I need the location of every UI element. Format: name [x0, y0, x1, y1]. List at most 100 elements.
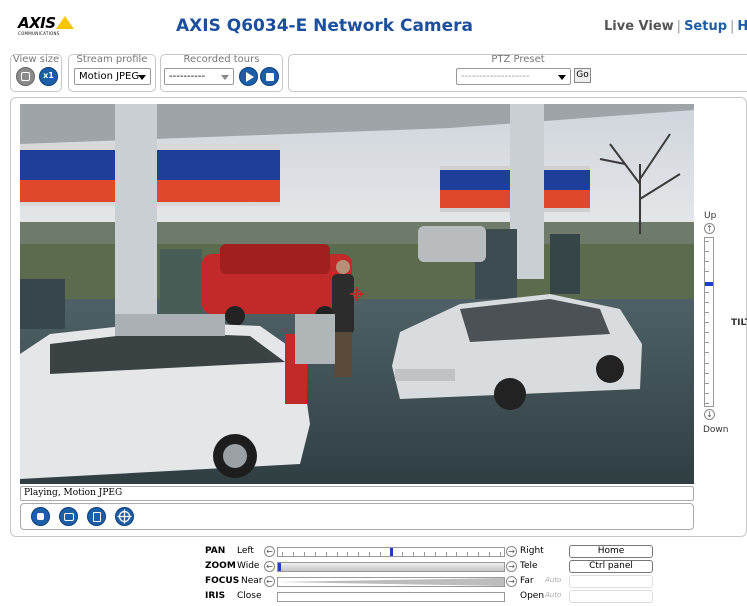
- zoom-tele-button[interactable]: →: [506, 561, 517, 572]
- tilt-tick: [705, 261, 709, 262]
- pan-row: PAN Left ← → Right Home: [205, 545, 675, 558]
- nav-setup[interactable]: Setup: [684, 19, 727, 34]
- pan-tick: [282, 552, 283, 556]
- tilt-tick: [705, 393, 709, 394]
- tilt-down-button[interactable]: ↓: [704, 409, 715, 420]
- zoom-wide-button[interactable]: ←: [264, 561, 275, 572]
- focus-slider[interactable]: [277, 577, 505, 587]
- play-icon: [246, 72, 254, 82]
- top-nav: Live View|Setup|Help: [604, 19, 747, 34]
- zoom-tele-label: Tele: [520, 561, 538, 571]
- focus-far-label: Far: [520, 576, 534, 586]
- pan-slider[interactable]: [277, 547, 505, 557]
- axis-logo[interactable]: AXIS COMMUNICATIONS: [18, 14, 74, 36]
- tilt-tick: [705, 322, 709, 323]
- zoom-label: ZOOM: [205, 561, 236, 571]
- zoom-slider[interactable]: [277, 562, 505, 572]
- chevron-down-icon: [558, 75, 566, 80]
- record-button[interactable]: [87, 507, 106, 526]
- stream-profile-select[interactable]: Motion JPEG: [74, 68, 151, 85]
- arrow-right-icon: →: [508, 577, 515, 586]
- pan-tick: [446, 552, 447, 556]
- ptz-preset-label: PTZ Preset: [491, 54, 545, 65]
- pan-tick: [326, 552, 327, 556]
- video-status-text: Playing, Motion JPEG: [24, 488, 123, 498]
- iris-auto-label[interactable]: Auto: [545, 591, 561, 599]
- home-button[interactable]: Home: [569, 545, 653, 558]
- logo-subtext: COMMUNICATIONS: [18, 31, 60, 36]
- camera-image: [20, 104, 694, 484]
- fit-view-button[interactable]: [16, 67, 35, 86]
- tilt-tick: [705, 302, 709, 303]
- pan-tick: [380, 552, 381, 556]
- header: AXIS COMMUNICATIONS AXIS Q6034-E Network…: [0, 0, 747, 50]
- tilt-down-label: Down: [703, 425, 729, 435]
- pan-tick: [478, 552, 479, 556]
- stop-stream-button[interactable]: [31, 507, 50, 526]
- pan-tick: [489, 552, 490, 556]
- tilt-tick: [705, 363, 709, 364]
- pan-left-label: Left: [237, 546, 254, 556]
- focus-far-button[interactable]: →: [506, 576, 517, 587]
- nav-live-view[interactable]: Live View: [604, 19, 674, 34]
- ptz-preset-select[interactable]: -------------------: [456, 68, 571, 85]
- pan-tick: [435, 552, 436, 556]
- stop-tour-button[interactable]: [260, 67, 279, 86]
- pan-tick: [413, 552, 414, 556]
- recorded-tours-select[interactable]: ----------: [164, 68, 234, 85]
- pan-left-button[interactable]: ←: [264, 546, 275, 557]
- iris-slider[interactable]: [277, 592, 505, 602]
- tilt-up-label: Up: [704, 211, 717, 221]
- live-video-stream[interactable]: [20, 104, 694, 484]
- tilt-tick: [705, 241, 709, 242]
- pan-tick: [424, 552, 425, 556]
- zoom-slider-knob[interactable]: [278, 563, 281, 571]
- tilt-label: TILT: [731, 318, 747, 328]
- ptz-preset-go-button[interactable]: Go: [574, 68, 591, 83]
- view-size-x1-button[interactable]: x1: [39, 67, 58, 86]
- tilt-tick: [705, 312, 709, 313]
- tilt-slider-knob[interactable]: [705, 282, 713, 286]
- tilt-slider[interactable]: [704, 237, 714, 407]
- iris-label: IRIS: [205, 591, 226, 601]
- tilt-tick: [705, 373, 709, 374]
- snapshot-button[interactable]: [59, 507, 78, 526]
- focus-near-button[interactable]: ←: [264, 576, 275, 587]
- ptz-preset-value: -------------------: [461, 71, 530, 82]
- arrow-right-icon: →: [508, 547, 515, 556]
- logo-triangle-icon: [56, 16, 74, 29]
- stream-profile-group: Stream profile Motion JPEG: [68, 54, 156, 92]
- pan-tick: [337, 552, 338, 556]
- ctrl-panel-button[interactable]: Ctrl panel: [569, 560, 653, 573]
- view-size-group: View size x1: [10, 54, 62, 92]
- chevron-down-icon: [221, 75, 229, 80]
- focus-auto-label[interactable]: Auto: [545, 576, 561, 584]
- tilt-up-button[interactable]: ↑: [704, 223, 715, 234]
- ptz-preset-group: PTZ Preset ------------------- Go: [288, 54, 747, 92]
- iris-row: IRIS Close Open Auto: [205, 590, 675, 603]
- pan-tick: [315, 552, 316, 556]
- arrow-up-icon: ↑: [706, 224, 713, 233]
- pan-label: PAN: [205, 546, 226, 556]
- arrow-left-icon: ←: [266, 547, 273, 556]
- focus-label: FOCUS: [205, 576, 240, 586]
- stop-icon: [266, 73, 274, 81]
- recorded-tours-value: ----------: [169, 71, 206, 82]
- fit-view-icon: [21, 72, 30, 81]
- nav-separator: |: [676, 19, 682, 34]
- tilt-tick: [705, 383, 709, 384]
- focus-near-label: Near: [241, 576, 263, 586]
- pan-right-button[interactable]: →: [506, 546, 517, 557]
- ptz-control-button[interactable]: [115, 507, 134, 526]
- pan-tick: [369, 552, 370, 556]
- focus-row: FOCUS Near ← → Far Auto: [205, 575, 675, 588]
- tilt-tick: [705, 403, 709, 404]
- play-tour-button[interactable]: [239, 67, 258, 86]
- zoom-row: ZOOM Wide ← → Tele Ctrl panel: [205, 560, 675, 573]
- stream-profile-label: Stream profile: [76, 54, 148, 65]
- tilt-tick: [705, 342, 709, 343]
- pan-slider-knob[interactable]: [390, 548, 393, 556]
- nav-help[interactable]: Help: [737, 19, 747, 34]
- pan-tick: [358, 552, 359, 556]
- focus-empty-button: [569, 575, 653, 588]
